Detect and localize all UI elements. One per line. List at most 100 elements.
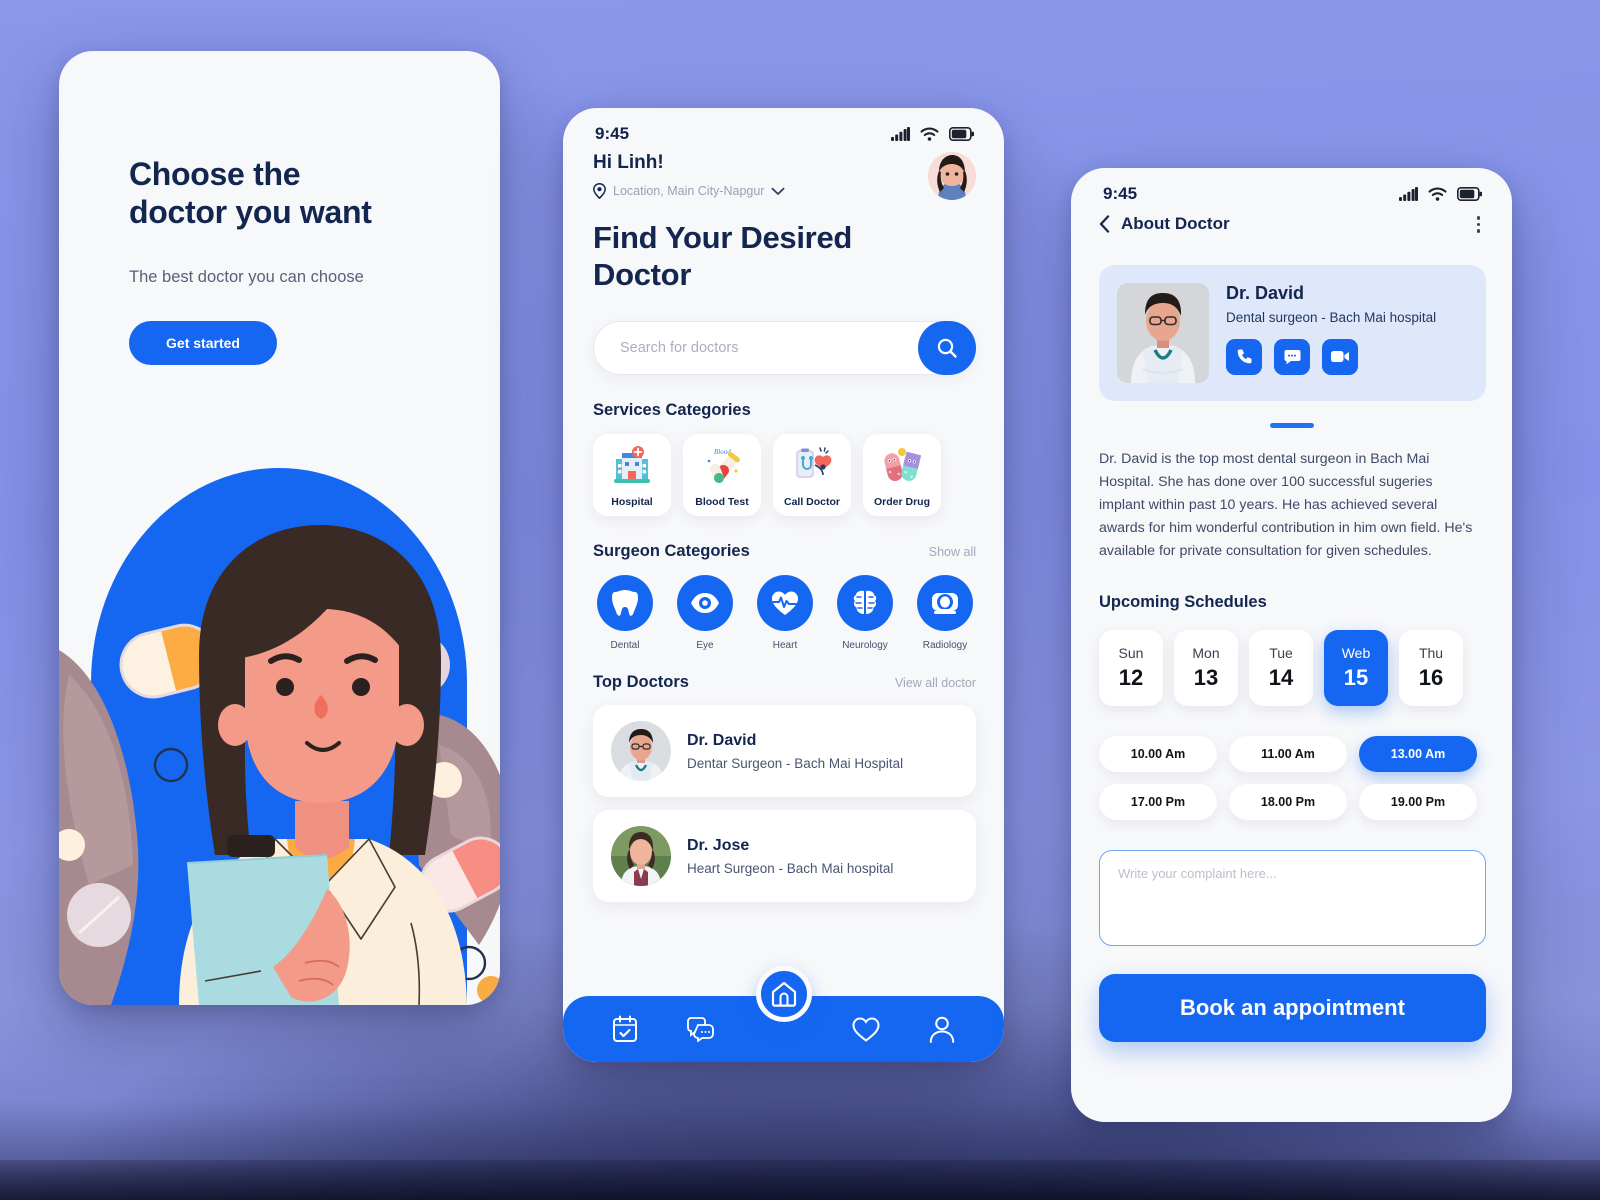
time-slot[interactable]: 11.00 Am — [1229, 736, 1347, 773]
detail-navigation-bar: About Doctor — [1071, 204, 1512, 239]
status-bar: 9:45 — [563, 108, 1004, 144]
blood-test-tube-icon: Blood — [700, 434, 744, 496]
status-indicators — [891, 127, 974, 141]
time-slot-selected[interactable]: 13.00 Am — [1359, 736, 1477, 773]
search-button[interactable] — [918, 321, 976, 376]
day-option[interactable]: Tue 14 — [1249, 630, 1313, 707]
surgeon-section-header: Surgeon Categories Show all — [563, 542, 1004, 561]
avatar-illustration — [928, 152, 976, 200]
tab-appointments[interactable] — [603, 1007, 647, 1051]
kebab-dot — [1476, 229, 1480, 233]
category-label: Heart — [772, 640, 798, 652]
day-option[interactable]: Sun 12 — [1099, 630, 1163, 707]
list-item[interactable]: Dr. Jose Heart Surgeon - Bach Mai hospit… — [593, 810, 976, 903]
day-option[interactable]: Thu 16 — [1399, 630, 1463, 707]
time-slot-list: 10.00 Am 11.00 Am 13.00 Am 17.00 Pm 18.0… — [1071, 706, 1512, 821]
doctor-role: Dental surgeon - Bach Mai hospital — [1226, 309, 1437, 325]
day-name: Mon — [1192, 645, 1220, 662]
tab-messages[interactable] — [679, 1007, 723, 1051]
home-header: Hi Linh! Location, Main City-Napgur — [563, 144, 1004, 200]
search-bar — [593, 321, 976, 376]
tab-home-button[interactable] — [755, 966, 812, 1022]
day-option[interactable]: Mon 13 — [1174, 630, 1238, 707]
home-screen: 9:45 Hi Linh! Location, Main City-Napgur… — [563, 108, 1004, 1062]
onboarding-title-line-1: Choose the — [129, 156, 301, 192]
tab-profile[interactable] — [920, 1007, 964, 1051]
calendar-check-icon — [613, 1015, 638, 1042]
kebab-dot — [1476, 222, 1480, 226]
page-title-line-2: Doctor — [593, 256, 692, 292]
complaint-input[interactable] — [1099, 850, 1486, 947]
brain-icon — [837, 575, 893, 632]
back-nav-group[interactable]: About Doctor — [1099, 214, 1230, 234]
service-card-hospital[interactable]: Hospital — [593, 434, 671, 517]
home-icon — [771, 981, 796, 1007]
greeting-block: Hi Linh! Location, Main City-Napgur — [593, 152, 785, 199]
female-doctor-with-clipboard-illustration — [59, 468, 500, 1005]
time-slot[interactable]: 17.00 Pm — [1099, 784, 1217, 821]
day-name: Sun — [1118, 645, 1144, 662]
call-button[interactable] — [1226, 338, 1262, 375]
service-card-call-doctor[interactable]: Call Doctor — [773, 434, 851, 517]
book-appointment-button[interactable]: Book an appointment — [1099, 974, 1486, 1043]
greeting-text: Hi Linh! — [593, 152, 664, 173]
view-all-doctor-link[interactable]: View all doctor — [895, 676, 976, 690]
person-icon — [929, 1016, 955, 1043]
onboarding-screen: Choose the doctor you want The best doct… — [59, 51, 500, 1005]
services-title: Services Categories — [593, 401, 751, 420]
doctor-david-photo — [1117, 282, 1209, 383]
kebab-menu-icon[interactable] — [1471, 210, 1487, 239]
category-radiology[interactable]: Radiology — [913, 575, 977, 651]
video-camera-icon — [1331, 351, 1349, 362]
service-card-order-drug[interactable]: Order Drug — [863, 434, 941, 517]
time-slot[interactable]: 19.00 Pm — [1359, 784, 1477, 821]
time-slot[interactable]: 10.00 Am — [1099, 736, 1217, 773]
category-eye[interactable]: Eye — [673, 575, 737, 651]
service-label: Order Drug — [873, 496, 930, 509]
video-call-button[interactable] — [1322, 338, 1358, 375]
show-all-link[interactable]: Show all — [929, 545, 976, 559]
category-neurology[interactable]: Neurology — [833, 575, 897, 651]
onboarding-content: Choose the doctor you want The best doct… — [59, 51, 500, 365]
message-button[interactable] — [1274, 338, 1310, 375]
heart-outline-icon — [852, 1016, 880, 1042]
category-label: Eye — [696, 640, 714, 652]
doctor-role: Heart Surgeon - Bach Mai hospital — [687, 860, 894, 876]
doctor-info: Dr. David Dentar Surgeon - Bach Mai Hosp… — [687, 732, 903, 771]
get-started-button[interactable]: Get started — [129, 320, 277, 365]
services-list: Hospital Blood Blood Test Call Doctor Or… — [563, 420, 1004, 517]
day-number: 12 — [1118, 665, 1144, 691]
category-label: Dental — [610, 640, 640, 652]
service-label: Blood Test — [695, 496, 749, 509]
user-avatar[interactable] — [928, 152, 976, 200]
list-item[interactable]: Dr. David Dentar Surgeon - Bach Mai Hosp… — [593, 705, 976, 798]
category-heart[interactable]: Heart — [753, 575, 817, 651]
category-dental[interactable]: Dental — [593, 575, 657, 651]
time-slot[interactable]: 18.00 Pm — [1229, 784, 1347, 821]
surgeon-categories-list: Dental Eye Heart Neurology Radiology — [563, 561, 1004, 651]
location-selector[interactable]: Location, Main City-Napgur — [593, 183, 785, 199]
top-doctors-title: Top Doctors — [593, 673, 689, 692]
page-title-line-1: Find Your Desired — [593, 220, 853, 255]
status-time: 9:45 — [1103, 184, 1138, 203]
service-label: Hospital — [611, 496, 653, 509]
day-name: Tue — [1269, 645, 1293, 662]
service-card-blood-test[interactable]: Blood Blood Test — [683, 434, 761, 517]
doctor-david-photo — [611, 721, 671, 782]
hospital-building-icon — [610, 434, 654, 496]
doctor-role: Dentar Surgeon - Bach Mai Hospital — [687, 755, 904, 771]
kebab-dot — [1476, 216, 1480, 220]
day-number: 13 — [1193, 665, 1219, 691]
mri-scanner-icon — [917, 575, 973, 632]
page-title: Choose the doctor you want — [129, 155, 500, 232]
pill-capsules-icon — [880, 434, 924, 496]
phone-icon — [1237, 349, 1251, 364]
tab-favorites[interactable] — [844, 1007, 888, 1051]
cellular-signal-icon — [1399, 187, 1418, 201]
onboarding-subtitle: The best doctor you can choose — [129, 267, 364, 286]
day-option-selected[interactable]: Web 15 — [1324, 630, 1388, 707]
services-section-header: Services Categories — [563, 401, 1004, 420]
doctor-bio: Dr. David is the top most dental surgeon… — [1099, 450, 1473, 560]
doctor-info: Dr. Jose Heart Surgeon - Bach Mai hospit… — [687, 837, 893, 876]
tooth-icon — [597, 575, 653, 632]
